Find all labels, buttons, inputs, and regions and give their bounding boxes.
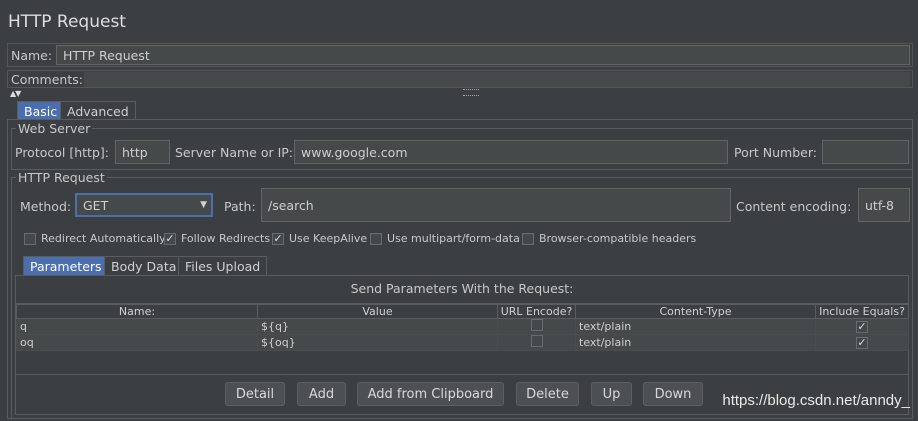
- column-header[interactable]: Value: [257, 304, 498, 319]
- option-multipart[interactable]: Use multipart/form-data: [370, 232, 520, 245]
- protocol-input[interactable]: http: [115, 140, 170, 164]
- delete-button[interactable]: Delete: [516, 382, 579, 406]
- option-follow-redirects[interactable]: ✓ Follow Redirects: [164, 232, 270, 245]
- path-input[interactable]: /search: [261, 188, 731, 222]
- tab-parameters[interactable]: Parameters: [23, 256, 109, 275]
- splitter-grip-icon[interactable]: [463, 89, 479, 96]
- tab-body-data[interactable]: Body Data: [104, 256, 184, 275]
- chevron-down-icon[interactable]: ▼: [200, 200, 207, 210]
- checkbox-checked-icon[interactable]: ✓: [164, 232, 176, 245]
- column-header[interactable]: Include Equals?: [815, 304, 909, 319]
- param-name[interactable]: oq: [16, 334, 258, 351]
- add-button[interactable]: Add: [297, 382, 346, 406]
- checkbox-icon[interactable]: [370, 232, 382, 245]
- checkbox-checked-icon[interactable]: ✓: [856, 320, 868, 333]
- checkbox-icon[interactable]: [522, 232, 534, 245]
- port-label: Port Number:: [734, 145, 817, 160]
- column-header[interactable]: Content-Type: [575, 304, 816, 319]
- encoding-label: Content encoding:: [736, 199, 852, 214]
- watermark-text: https://blog.csdn.net/anndy_: [722, 392, 910, 409]
- up-button[interactable]: Up: [591, 382, 632, 406]
- option-browser-compatible[interactable]: Browser-compatible headers: [522, 232, 696, 245]
- web-server-title: Web Server: [16, 121, 93, 136]
- protocol-label: Protocol [http]:: [15, 145, 109, 160]
- tab-advanced[interactable]: Advanced: [60, 101, 136, 120]
- param-value[interactable]: ${oq}: [257, 334, 498, 351]
- name-input[interactable]: HTTP Request: [56, 45, 910, 65]
- name-label: Name:: [11, 48, 53, 63]
- tab-files-upload[interactable]: Files Upload: [178, 256, 268, 275]
- checkbox-icon[interactable]: [24, 232, 36, 245]
- tab-basic[interactable]: Basic: [17, 101, 65, 120]
- param-value[interactable]: ${q}: [257, 318, 498, 335]
- table-row[interactable]: q ${q} text/plain ✓: [16, 318, 909, 335]
- checkbox-checked-icon[interactable]: ✓: [856, 336, 868, 349]
- down-button[interactable]: Down: [643, 382, 703, 406]
- method-label: Method:: [20, 199, 72, 214]
- http-request-title: HTTP Request: [16, 170, 107, 185]
- option-use-keepalive[interactable]: ✓ Use KeepAlive: [272, 232, 367, 245]
- path-label: Path:: [224, 199, 256, 214]
- port-input[interactable]: [822, 140, 909, 164]
- table-row[interactable]: oq ${oq} text/plain ✓: [16, 334, 909, 351]
- param-content-type[interactable]: text/plain: [575, 318, 816, 335]
- comments-row: Comments:: [7, 70, 913, 88]
- option-redirect-automatically[interactable]: Redirect Automatically: [24, 232, 166, 245]
- table-header: Name: Value URL Encode? Content-Type Inc…: [16, 304, 909, 319]
- column-header[interactable]: URL Encode?: [497, 304, 576, 319]
- checkbox-checked-icon[interactable]: ✓: [272, 232, 284, 245]
- comments-input[interactable]: [84, 72, 910, 87]
- window-title: HTTP Request: [8, 12, 126, 32]
- checkbox-icon[interactable]: [530, 335, 543, 347]
- column-header[interactable]: Name:: [16, 304, 258, 319]
- detail-button[interactable]: Detail: [225, 382, 285, 406]
- method-select[interactable]: GET ▼: [75, 193, 213, 217]
- params-table: Name: Value URL Encode? Content-Type Inc…: [16, 304, 909, 351]
- checkbox-icon[interactable]: [530, 319, 543, 331]
- name-row: Name: HTTP Request: [7, 43, 913, 67]
- param-name[interactable]: q: [16, 318, 258, 335]
- param-content-type[interactable]: text/plain: [575, 334, 816, 351]
- params-heading: Send Parameters With the Request:: [350, 281, 574, 296]
- encoding-input[interactable]: utf-8: [858, 188, 910, 222]
- collapse-arrows-icon[interactable]: ▲▼: [10, 89, 21, 98]
- method-value: GET: [83, 197, 109, 213]
- server-label: Server Name or IP:: [175, 145, 294, 160]
- add-from-clipboard-button[interactable]: Add from Clipboard: [357, 382, 504, 406]
- server-input[interactable]: www.google.com: [294, 140, 728, 164]
- comments-label: Comments:: [11, 72, 83, 87]
- params-table-wrap: Name: Value URL Encode? Content-Type Inc…: [16, 303, 909, 375]
